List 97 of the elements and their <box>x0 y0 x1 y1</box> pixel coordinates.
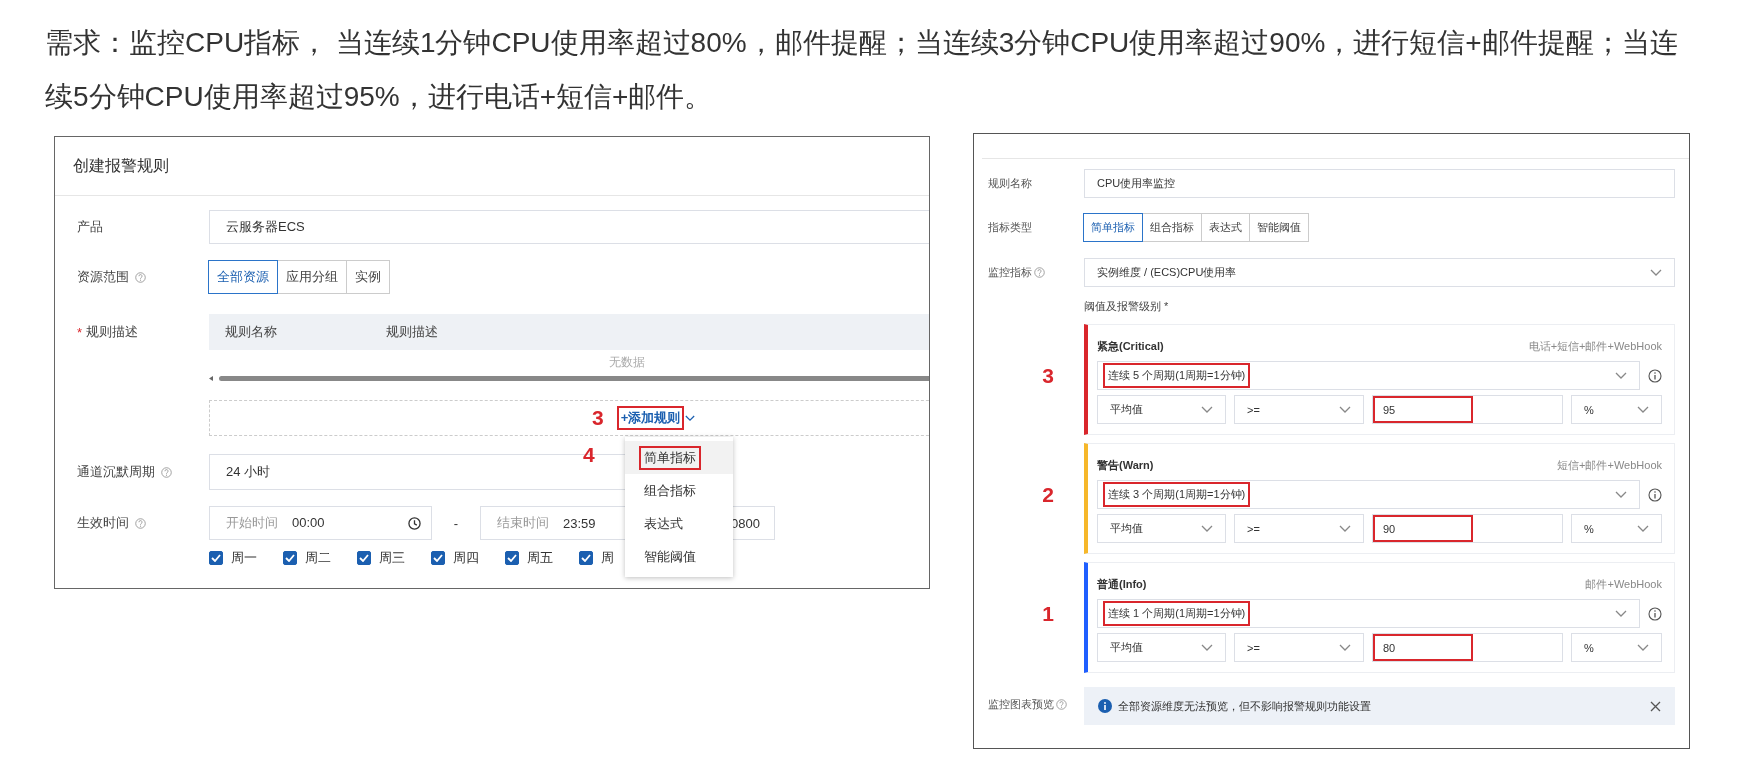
level-title: 普通(Info) <box>1097 577 1147 592</box>
step-number: 1 <box>1042 602 1054 627</box>
scope-option[interactable]: 应用分组 <box>277 260 347 294</box>
section-label: 阈值及报警级别 * <box>1084 300 1169 312</box>
clock-icon <box>408 516 421 530</box>
metric-type-option[interactable]: 组合指标 <box>1142 213 1202 242</box>
chevron-down-icon <box>1615 490 1627 499</box>
field-label: 生效时间 <box>77 514 129 532</box>
field-label: 指标类型 <box>988 220 1032 235</box>
column-header: 规则名称 <box>224 323 278 341</box>
checkbox[interactable] <box>505 551 519 565</box>
help-icon <box>135 517 146 529</box>
help-icon <box>135 271 146 283</box>
field-label: 资源范围 <box>77 268 129 286</box>
unit-select[interactable]: % <box>1571 395 1662 424</box>
chevron-down-icon <box>1615 371 1627 380</box>
menu-item[interactable]: 组合指标 <box>625 474 733 507</box>
product-field[interactable]: 云服务器ECS <box>209 210 929 244</box>
checkbox[interactable] <box>431 551 445 565</box>
scope-option[interactable]: 全部资源 <box>208 260 278 294</box>
help-icon <box>1056 699 1067 710</box>
empty-text: 无数据 <box>609 353 645 371</box>
field-label: 监控图表预览 <box>988 697 1054 712</box>
day-label: 周四 <box>453 549 479 567</box>
step-number: 3 <box>592 406 604 430</box>
level-title: 警告(Warn) <box>1097 458 1154 473</box>
channels-text: 短信+邮件+WebHook <box>1557 458 1662 473</box>
chevron-down-icon <box>1615 609 1627 618</box>
chevron-down-icon <box>1339 405 1351 414</box>
requirement-text: 需求：监控CPU指标， 当连续1分钟CPU使用率超过80%，邮件提醒；当连续3分钟CPU使用率超过90%，进行短信+邮件提醒；当连续5分钟CPU使用率超过95%，进行电话+短信+邮件。 <box>44 26 1679 114</box>
unit-select[interactable]: % <box>1571 633 1662 662</box>
chevron-down-icon <box>685 414 696 422</box>
field-label: 规则描述 <box>86 323 139 341</box>
menu-item[interactable]: 简单指标 <box>625 441 733 474</box>
threshold-input[interactable]: 95 <box>1372 395 1563 424</box>
chevron-down-icon <box>1201 643 1213 652</box>
day-label: 周二 <box>305 549 331 567</box>
period-select[interactable]: 连续 1 个周期(1周期=1分钟) <box>1097 599 1640 628</box>
help-icon <box>161 466 172 478</box>
step-number: 2 <box>1042 483 1054 508</box>
chevron-down-icon <box>1201 405 1213 414</box>
aggregate-select[interactable]: 平均值 <box>1097 395 1226 424</box>
day-label: 周三 <box>379 549 405 567</box>
operator-select[interactable]: >= <box>1234 514 1364 543</box>
required-mark: * <box>77 324 83 340</box>
alert-message: 全部资源维度无法预览，但不影响报警规则功能设置 <box>1118 698 1372 714</box>
day-label: 周五 <box>527 549 553 567</box>
column-header: 规则描述 <box>385 323 439 341</box>
close-icon[interactable] <box>1650 700 1661 712</box>
field-label: 通道沉默周期 <box>77 463 155 481</box>
panel-title: 创建报警规则 <box>73 155 169 176</box>
metric-type-option[interactable]: 智能阈值 <box>1249 213 1309 242</box>
checkbox[interactable] <box>579 551 593 565</box>
metric-select[interactable]: 实例维度 / (ECS)CPU使用率 <box>1084 258 1675 287</box>
chevron-down-icon <box>1637 405 1649 414</box>
aggregate-select[interactable]: 平均值 <box>1097 633 1226 662</box>
help-icon <box>1034 267 1045 278</box>
threshold-input[interactable]: 90 <box>1372 514 1563 543</box>
operator-select[interactable]: >= <box>1234 633 1364 662</box>
range-separator: - <box>452 515 460 531</box>
info-icon <box>1648 487 1662 502</box>
metric-type-option[interactable]: 表达式 <box>1201 213 1250 242</box>
scope-option[interactable]: 实例 <box>346 260 390 294</box>
rule-name-field[interactable]: CPU使用率监控 <box>1084 169 1675 198</box>
day-label: 周 <box>601 549 614 567</box>
info-icon <box>1098 699 1112 713</box>
day-label: 周一 <box>231 549 257 567</box>
info-icon <box>1648 368 1662 383</box>
unit-select[interactable]: % <box>1571 514 1662 543</box>
level-title: 紧急(Critical) <box>1097 339 1164 354</box>
chevron-down-icon <box>1339 524 1351 533</box>
threshold-input[interactable]: 80 <box>1372 633 1563 662</box>
aggregate-select[interactable]: 平均值 <box>1097 514 1226 543</box>
info-icon <box>1648 606 1662 621</box>
operator-select[interactable]: >= <box>1234 395 1364 424</box>
chevron-down-icon <box>1201 524 1213 533</box>
checkbox[interactable] <box>357 551 371 565</box>
scrollbar[interactable] <box>209 374 929 382</box>
field-label: 产品 <box>77 218 103 236</box>
menu-item[interactable]: 智能阈值 <box>625 540 733 573</box>
metric-type-option[interactable]: 简单指标 <box>1083 213 1143 242</box>
period-select[interactable]: 连续 5 个周期(1周期=1分钟) <box>1097 361 1640 390</box>
chevron-down-icon <box>1637 524 1649 533</box>
chevron-down-icon <box>1637 643 1649 652</box>
add-rule-button[interactable]: +添加规则 <box>615 407 699 429</box>
period-select[interactable]: 连续 3 个周期(1周期=1分钟) <box>1097 480 1640 509</box>
chevron-down-icon <box>1650 268 1662 277</box>
menu-item[interactable]: 表达式 <box>625 507 733 540</box>
field-label: 监控指标 <box>988 265 1032 280</box>
chevron-down-icon <box>1339 643 1351 652</box>
checkbox[interactable] <box>283 551 297 565</box>
channels-text: 邮件+WebHook <box>1585 577 1662 592</box>
channels-text: 电话+短信+邮件+WebHook <box>1528 339 1662 354</box>
start-time-field[interactable]: 开始时间 00:00 <box>209 506 432 540</box>
field-label: 规则名称 <box>988 176 1032 191</box>
step-number: 3 <box>1042 364 1054 389</box>
checkbox[interactable] <box>209 551 223 565</box>
